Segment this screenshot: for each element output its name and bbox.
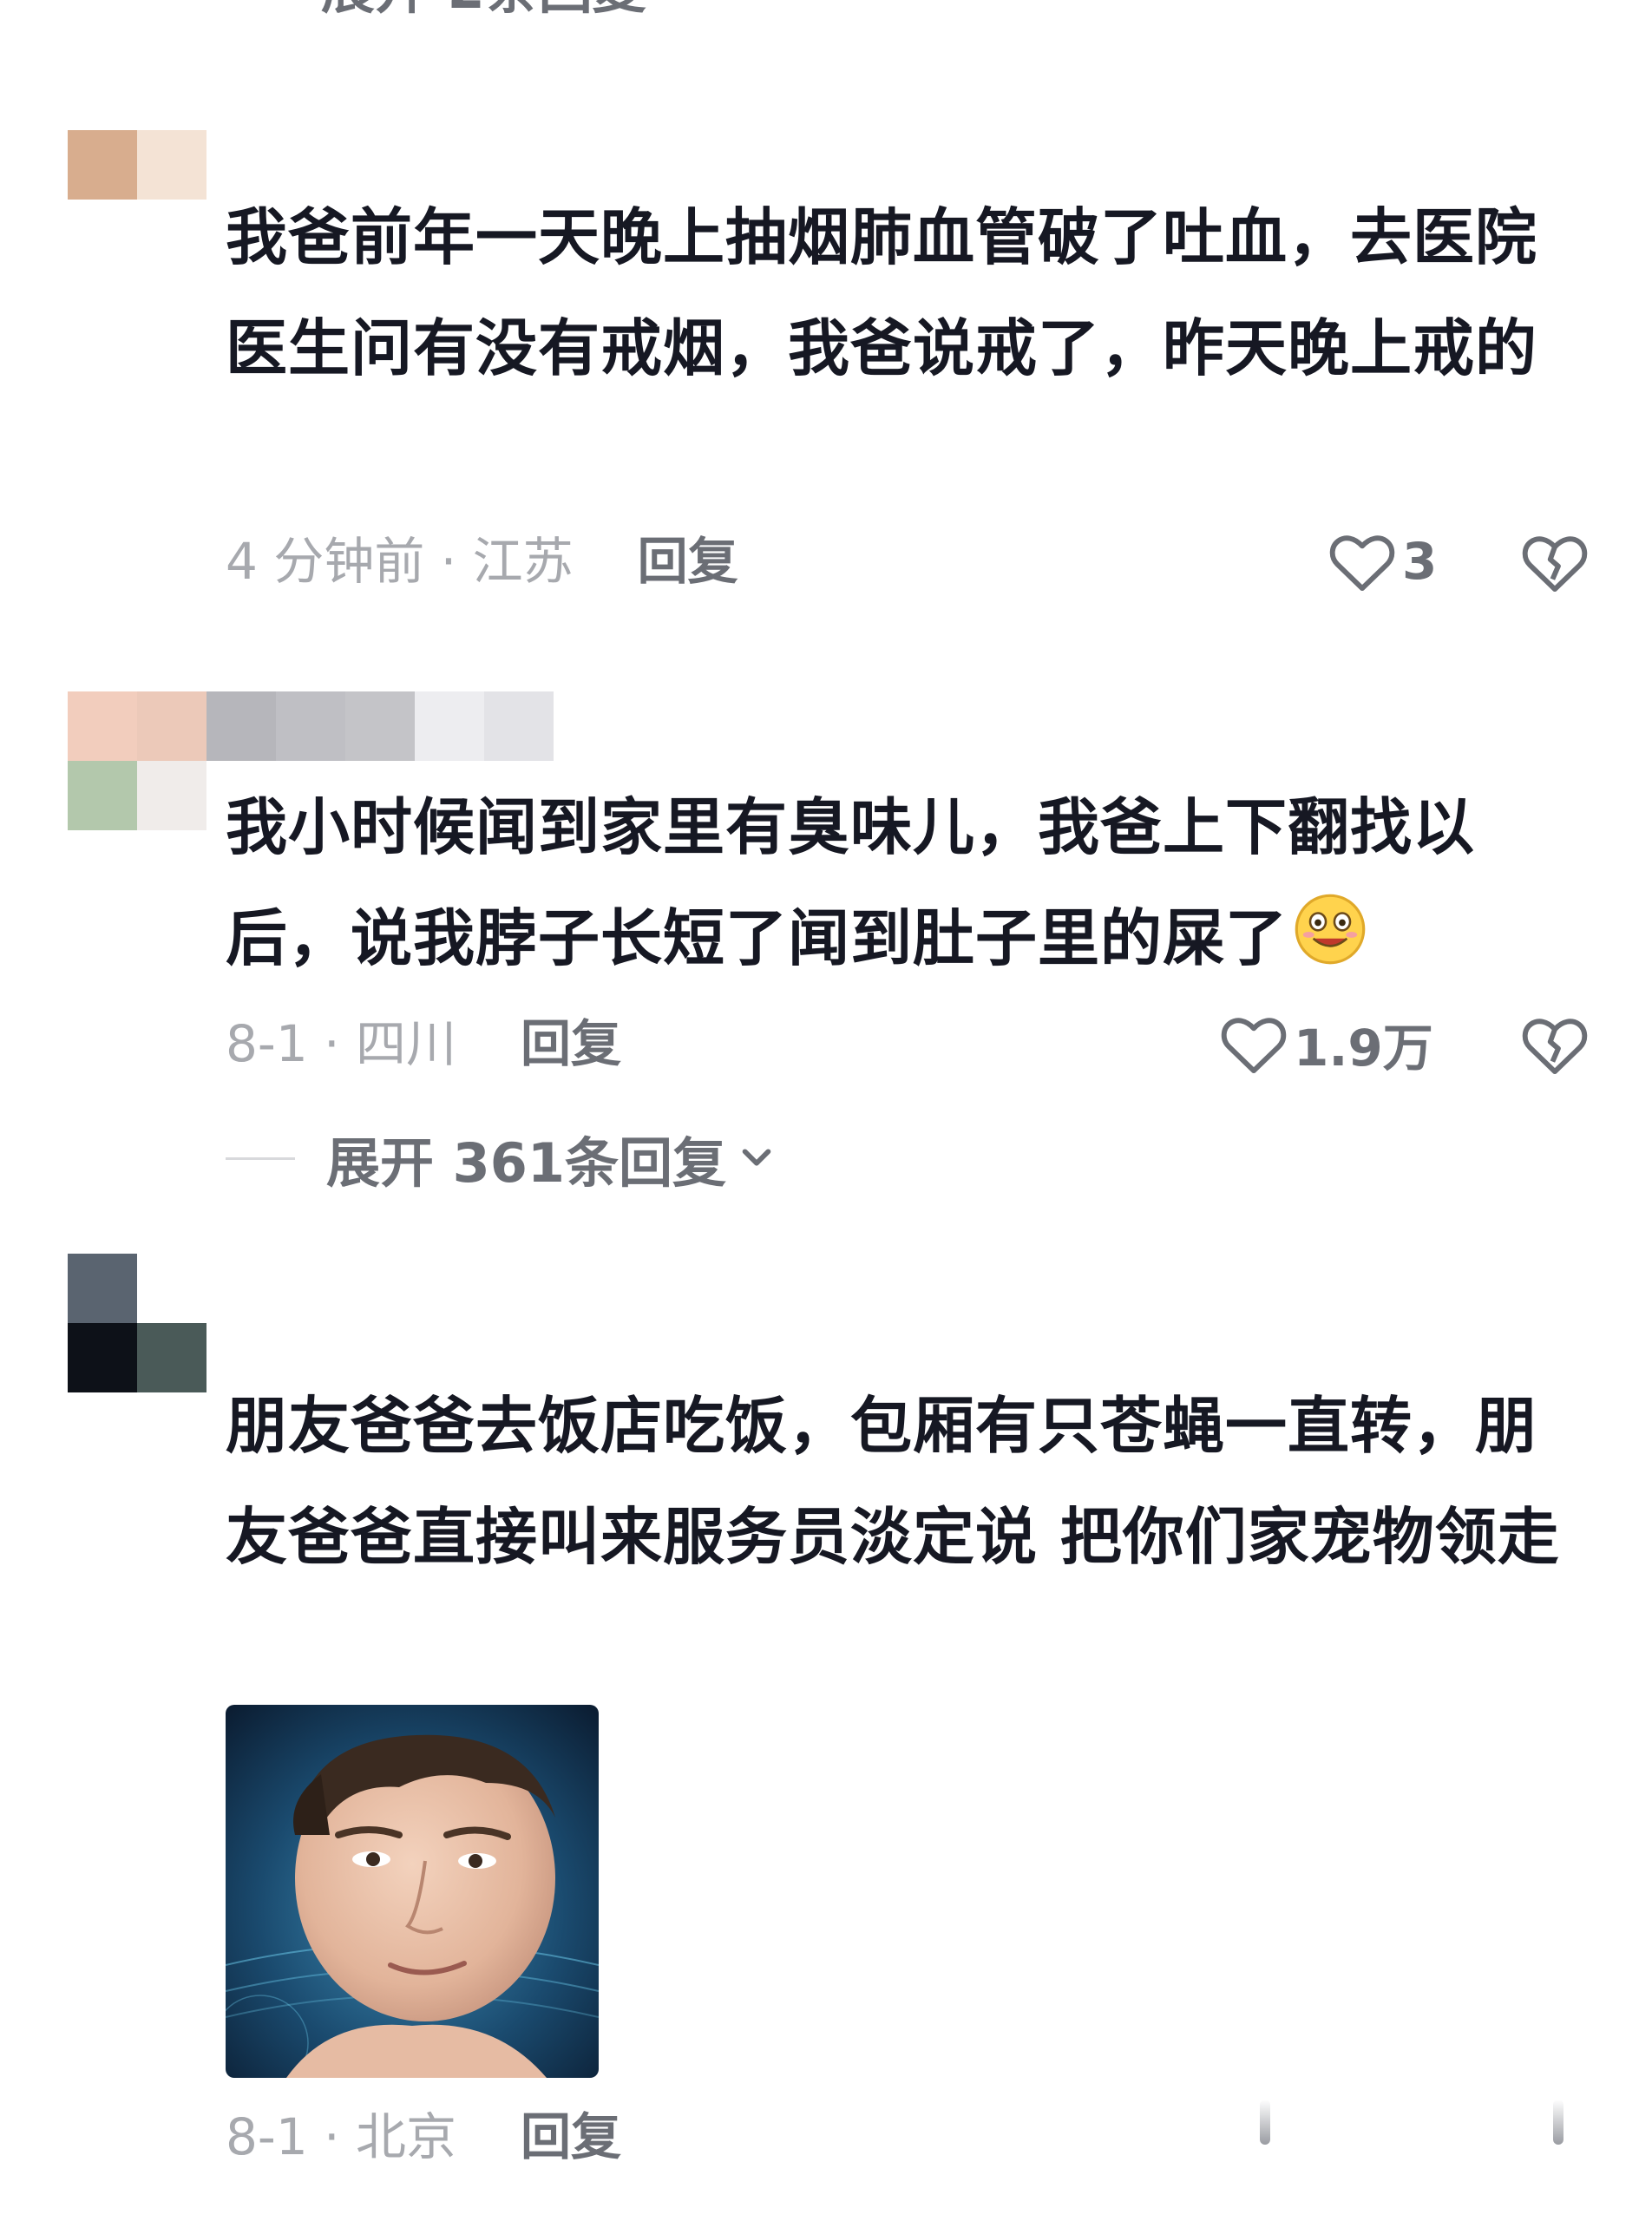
comment-meta: 8-1 · 北京 回复: [226, 2098, 621, 2176]
scroll-indicator: [1260, 2100, 1270, 2145]
chevron-down-icon: [742, 1149, 771, 1166]
face-photo[interactable]: [226, 1705, 599, 2078]
heart-icon: [1329, 535, 1395, 592]
comment-text: 我爸前年一天晚上抽烟肺血管破了吐血，去医院医生问有没有戒烟，我爸说戒了，昨天晚上…: [226, 201, 1538, 384]
expand-replies-label: 展开 361条回复: [326, 1131, 727, 1195]
heart-icon: [1221, 1018, 1287, 1074]
like-count: 3: [1402, 532, 1438, 591]
expand-replies-button[interactable]: 展开 361条回复: [226, 1119, 777, 1197]
divider-line: [226, 1156, 295, 1160]
face-photo-image: [226, 1705, 599, 2078]
avatar[interactable]: [68, 130, 206, 200]
comment-text: 朋友爸爸去饭店吃饭，包厢有只苍蝇一直转，朋友爸爸直接叫来服务员淡定说 把你们家宠…: [226, 1390, 1560, 1573]
expand-replies-partial-label: 展开 2条回复: [321, 0, 646, 21]
comment-meta: 4 分钟前 · 江苏 回复: [226, 522, 738, 600]
like-button[interactable]: 3: [1328, 522, 1437, 600]
comment-meta: 8-1 · 四川 回复: [226, 1005, 621, 1083]
grinning-face-icon: [1295, 894, 1366, 965]
comment-time-location: 8-1 · 北京: [226, 2107, 457, 2166]
like-button[interactable]: 1.9万: [1219, 1005, 1433, 1083]
reply-button[interactable]: 回复: [521, 1005, 621, 1083]
comment-text: 我小时候闻到家里有臭味儿，我爸上下翻找以后，说我脖子长短了闻到肚子里的屎了: [226, 772, 1579, 994]
comment-text-body: 我小时候闻到家里有臭味儿，我爸上下翻找以后，说我脖子长短了闻到肚子里的屎了: [226, 791, 1476, 974]
expand-replies-partial[interactable]: 展开 2条回复: [321, 0, 646, 16]
like-count: 1.9万: [1294, 1019, 1433, 1078]
comment-time-location: 8-1 · 四川: [226, 1014, 457, 1073]
dislike-icon[interactable]: [1520, 1013, 1590, 1076]
dislike-icon[interactable]: [1520, 531, 1590, 593]
avatar[interactable]: [68, 1254, 206, 1392]
comment-time-location: 4 分钟前 · 江苏: [226, 532, 574, 591]
scroll-indicator: [1553, 2100, 1564, 2145]
reply-button[interactable]: 回复: [521, 2098, 621, 2176]
reply-button[interactable]: 回复: [638, 522, 738, 600]
